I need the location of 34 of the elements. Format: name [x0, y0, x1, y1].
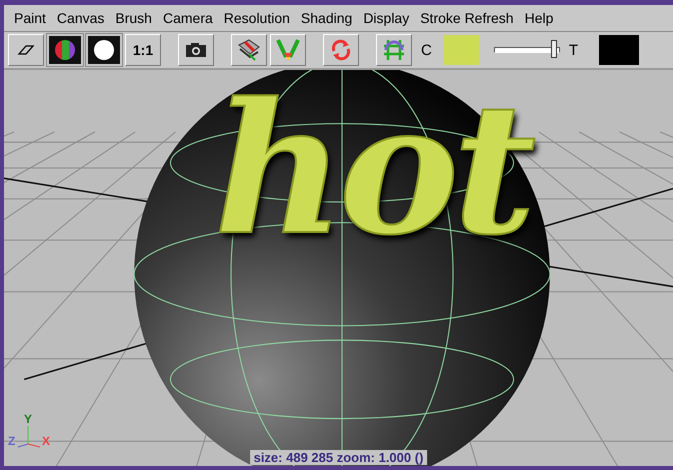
- wrap-button[interactable]: [376, 34, 412, 66]
- color-swatch[interactable]: [442, 35, 479, 65]
- menu-item[interactable]: Shading: [300, 10, 352, 26]
- alpha-channel-button[interactable]: [86, 34, 122, 66]
- transparency-label: T: [568, 42, 578, 58]
- refresh-icon: [330, 39, 352, 61]
- brushes-icon: [275, 37, 301, 63]
- menu-item[interactable]: Canvas: [56, 10, 104, 26]
- template-brush-button[interactable]: [270, 34, 306, 66]
- ratio-button[interactable]: 1:1: [125, 34, 161, 66]
- brush-icon: [236, 37, 262, 63]
- menu-item[interactable]: Display: [363, 10, 410, 26]
- transparency-swatch[interactable]: [599, 35, 640, 65]
- eraser-icon: [17, 43, 35, 57]
- eraser-button[interactable]: [8, 34, 44, 66]
- striped-ball-icon: [54, 39, 76, 61]
- color-label: C: [421, 42, 432, 58]
- snapshot-button[interactable]: [178, 34, 214, 66]
- camera-icon: [185, 42, 207, 58]
- grid-arc-icon: [382, 38, 406, 62]
- menu-item[interactable]: Resolution: [224, 10, 290, 26]
- z-axis-label: Z: [8, 434, 16, 448]
- status-text: size: 489 285 zoom: 1.000 (): [250, 450, 428, 465]
- x-axis-label: X: [42, 434, 50, 448]
- refresh-button[interactable]: [323, 34, 359, 66]
- menu-item[interactable]: Paint: [14, 10, 46, 26]
- menu-item[interactable]: Brush: [115, 10, 152, 26]
- menu-item[interactable]: Stroke Refresh: [420, 10, 514, 26]
- get-brush-button[interactable]: [231, 34, 267, 66]
- circle-icon: [93, 39, 115, 61]
- menu-item[interactable]: Help: [524, 10, 554, 26]
- y-axis-label: Y: [24, 412, 32, 426]
- menu-item[interactable]: Camera: [162, 10, 213, 26]
- rgb-channel-button[interactable]: [47, 34, 83, 66]
